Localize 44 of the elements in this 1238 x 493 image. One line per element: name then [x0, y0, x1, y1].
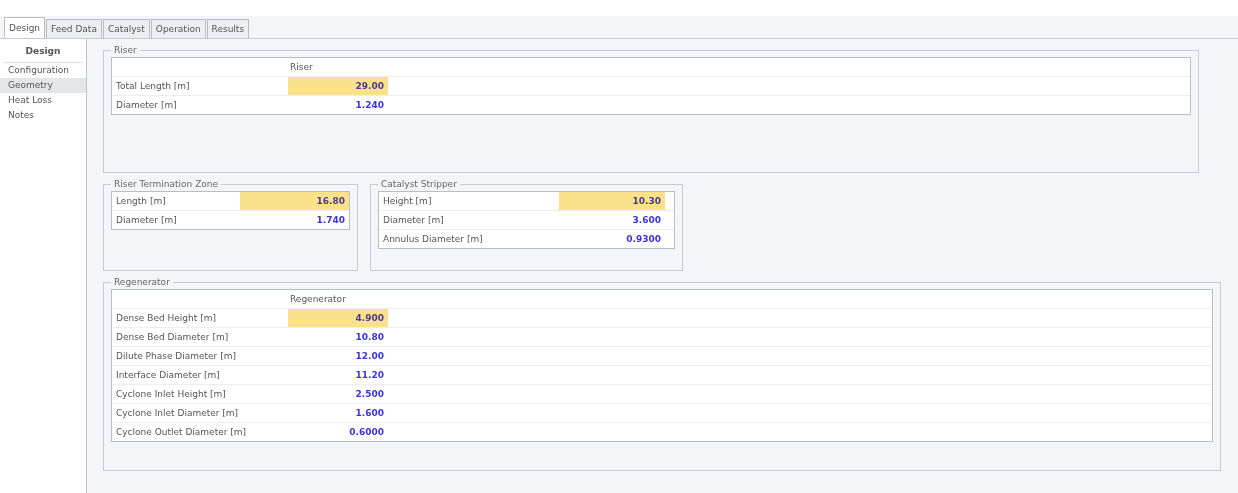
property-label: Annulus Diameter [m] [382, 234, 484, 244]
value-field[interactable]: 0.6000 [288, 423, 388, 441]
property-label: Height [m] [382, 196, 433, 206]
property-label: Interface Diameter [m] [115, 370, 221, 380]
value-field[interactable]: 12.00 [288, 347, 388, 365]
value-field[interactable]: 2.500 [288, 385, 388, 403]
value-field[interactable]: 4.900 [288, 309, 388, 327]
property-label: Diameter [m] [382, 215, 445, 225]
sidebar-item[interactable]: Configuration [0, 63, 86, 78]
value-field[interactable]: 1.740 [240, 211, 349, 229]
property-label: Total Length [m] [115, 81, 191, 91]
group-title: Riser Termination Zone [113, 179, 220, 189]
group-title: Catalyst Stripper [380, 179, 458, 189]
sidebar-item[interactable]: Notes [0, 108, 86, 123]
tab[interactable]: Operation [150, 19, 206, 38]
sidebar-title: Design [4, 43, 82, 63]
group-title: Riser [113, 45, 138, 55]
group-title: Regenerator [113, 277, 171, 287]
tab[interactable]: Feed Data [46, 19, 102, 38]
tab[interactable]: Design [4, 17, 46, 38]
value-field[interactable]: 1.240 [288, 96, 388, 114]
property-label: Length [m] [115, 196, 167, 206]
value-field[interactable]: 10.30 [559, 192, 665, 210]
property-label: Cyclone Inlet Diameter [m] [115, 408, 240, 418]
property-label: Cyclone Inlet Height [m] [115, 389, 227, 399]
column-header: Riser [289, 62, 314, 72]
property-label: Cyclone Outlet Diameter [m] [115, 427, 248, 437]
value-field[interactable]: 3.600 [559, 211, 665, 229]
value-field[interactable]: 11.20 [288, 366, 388, 384]
tab[interactable]: Results [206, 19, 250, 38]
property-label: Diameter [m] [115, 215, 178, 225]
sidebar-item[interactable]: Heat Loss [0, 93, 86, 108]
property-label: Dense Bed Height [m] [115, 313, 217, 323]
tab[interactable]: Catalyst [102, 19, 150, 38]
value-field[interactable]: 0.9300 [559, 230, 665, 248]
column-header: Regenerator [289, 294, 347, 304]
sidebar-item[interactable]: Geometry [0, 78, 86, 93]
property-label: Dilute Phase Diameter [m] [115, 351, 237, 361]
property-label: Dense Bed Diameter [m] [115, 332, 230, 342]
value-field[interactable]: 1.600 [288, 404, 388, 422]
value-field[interactable]: 16.80 [240, 192, 349, 210]
property-label: Diameter [m] [115, 100, 178, 110]
value-field[interactable]: 10.80 [288, 328, 388, 346]
value-field[interactable]: 29.00 [288, 77, 388, 95]
